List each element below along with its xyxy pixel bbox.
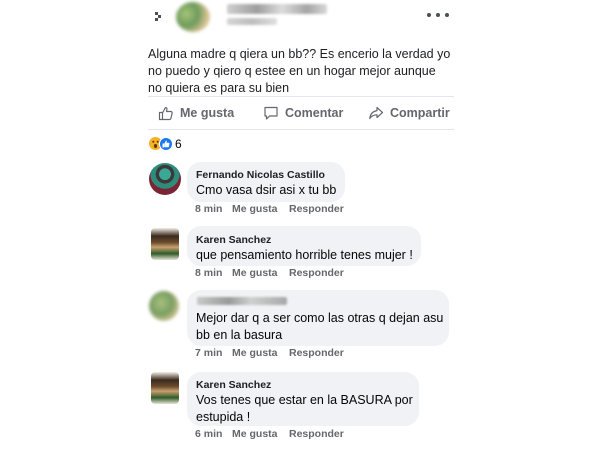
comment-bubble[interactable]: Karen Sanchez Vos tenes que estar en la … (187, 372, 419, 426)
like-reaction-icon (159, 137, 173, 151)
comment-like-link[interactable]: Me gusta (232, 203, 289, 215)
comment-bubble[interactable]: Karen Sanchez que pensamiento horrible t… (187, 226, 421, 266)
post-author-avatar[interactable] (176, 2, 210, 32)
comment-item: Mejor dar q a ser como las otras q dejan… (143, 288, 461, 364)
comment-item: Fernando Nicolas Castillo Cmo vasa dsir … (143, 160, 461, 220)
reaction-icons (149, 137, 173, 151)
comment-like-link[interactable]: Me gusta (232, 347, 289, 359)
post-header (143, 0, 461, 36)
back-arrow-icon[interactable] (151, 8, 165, 26)
comment-reply-link[interactable]: Responder (289, 267, 344, 279)
comment-label: Comentar (285, 106, 344, 120)
comment-item: Karen Sanchez Vos tenes que estar en la … (143, 370, 461, 446)
commenter-avatar[interactable] (151, 372, 179, 404)
commenter-avatar[interactable] (151, 228, 179, 260)
comment-button[interactable]: Comentar (263, 105, 343, 121)
post-text: Alguna madre q qiera un bb?? Es encerio … (148, 47, 451, 95)
comment-icon (264, 106, 278, 120)
comment-author[interactable]: Karen Sanchez (196, 234, 271, 246)
comment-reply-link[interactable]: Responder (289, 203, 344, 215)
post-card: Alguna madre q qiera un bb?? Es encerio … (143, 0, 461, 450)
share-icon (369, 106, 384, 120)
comment-text: que pensamiento horrible tenes mujer ! (196, 248, 413, 262)
share-label: Compartir (390, 106, 450, 120)
comment-bubble[interactable]: Mejor dar q a ser como las otras q dejan… (187, 290, 449, 346)
share-button[interactable]: Compartir (368, 105, 450, 121)
comment-item: Karen Sanchez que pensamiento horrible t… (143, 224, 461, 286)
commenter-avatar-blurred[interactable] (149, 291, 179, 321)
comment-author[interactable]: Fernando Nicolas Castillo (196, 169, 325, 181)
reactions-summary[interactable]: 6 (149, 137, 182, 151)
reaction-count: 6 (175, 137, 182, 151)
comment-meta: 8 min Me gusta Responder (195, 203, 344, 215)
comment-time: 8 min (195, 203, 223, 215)
like-label: Me gusta (180, 106, 235, 120)
comment-time: 8 min (195, 267, 223, 279)
commenter-avatar[interactable] (149, 163, 181, 195)
comment-text: Vos tenes que estar en la BASURA por est… (196, 393, 413, 424)
comment-text: Mejor dar q a ser como las otras q dejan… (196, 311, 444, 342)
thumbs-up-icon (158, 106, 173, 121)
comment-author[interactable]: Karen Sanchez (196, 379, 271, 391)
comment-reply-link[interactable]: Responder (289, 347, 344, 359)
post-actions-bar: Me gusta Comentar Compartir (148, 96, 454, 130)
post-time-blurred (227, 18, 277, 25)
comment-meta: 6 min Me gusta Responder (195, 428, 344, 440)
comment-meta: 8 min Me gusta Responder (195, 267, 344, 279)
comment-like-link[interactable]: Me gusta (232, 428, 289, 440)
comment-text: Cmo vasa dsir asi x tu bb (196, 183, 337, 197)
like-button[interactable]: Me gusta (158, 105, 234, 121)
comment-author-blurred[interactable] (197, 297, 287, 305)
comment-time: 6 min (195, 428, 223, 440)
post-author-name-blurred[interactable] (227, 4, 327, 14)
comment-reply-link[interactable]: Responder (289, 428, 344, 440)
comment-meta: 7 min Me gusta Responder (195, 347, 344, 359)
comment-like-link[interactable]: Me gusta (232, 267, 289, 279)
comment-time: 7 min (195, 347, 223, 359)
more-options-icon[interactable] (427, 7, 449, 23)
comment-bubble[interactable]: Fernando Nicolas Castillo Cmo vasa dsir … (187, 162, 345, 202)
